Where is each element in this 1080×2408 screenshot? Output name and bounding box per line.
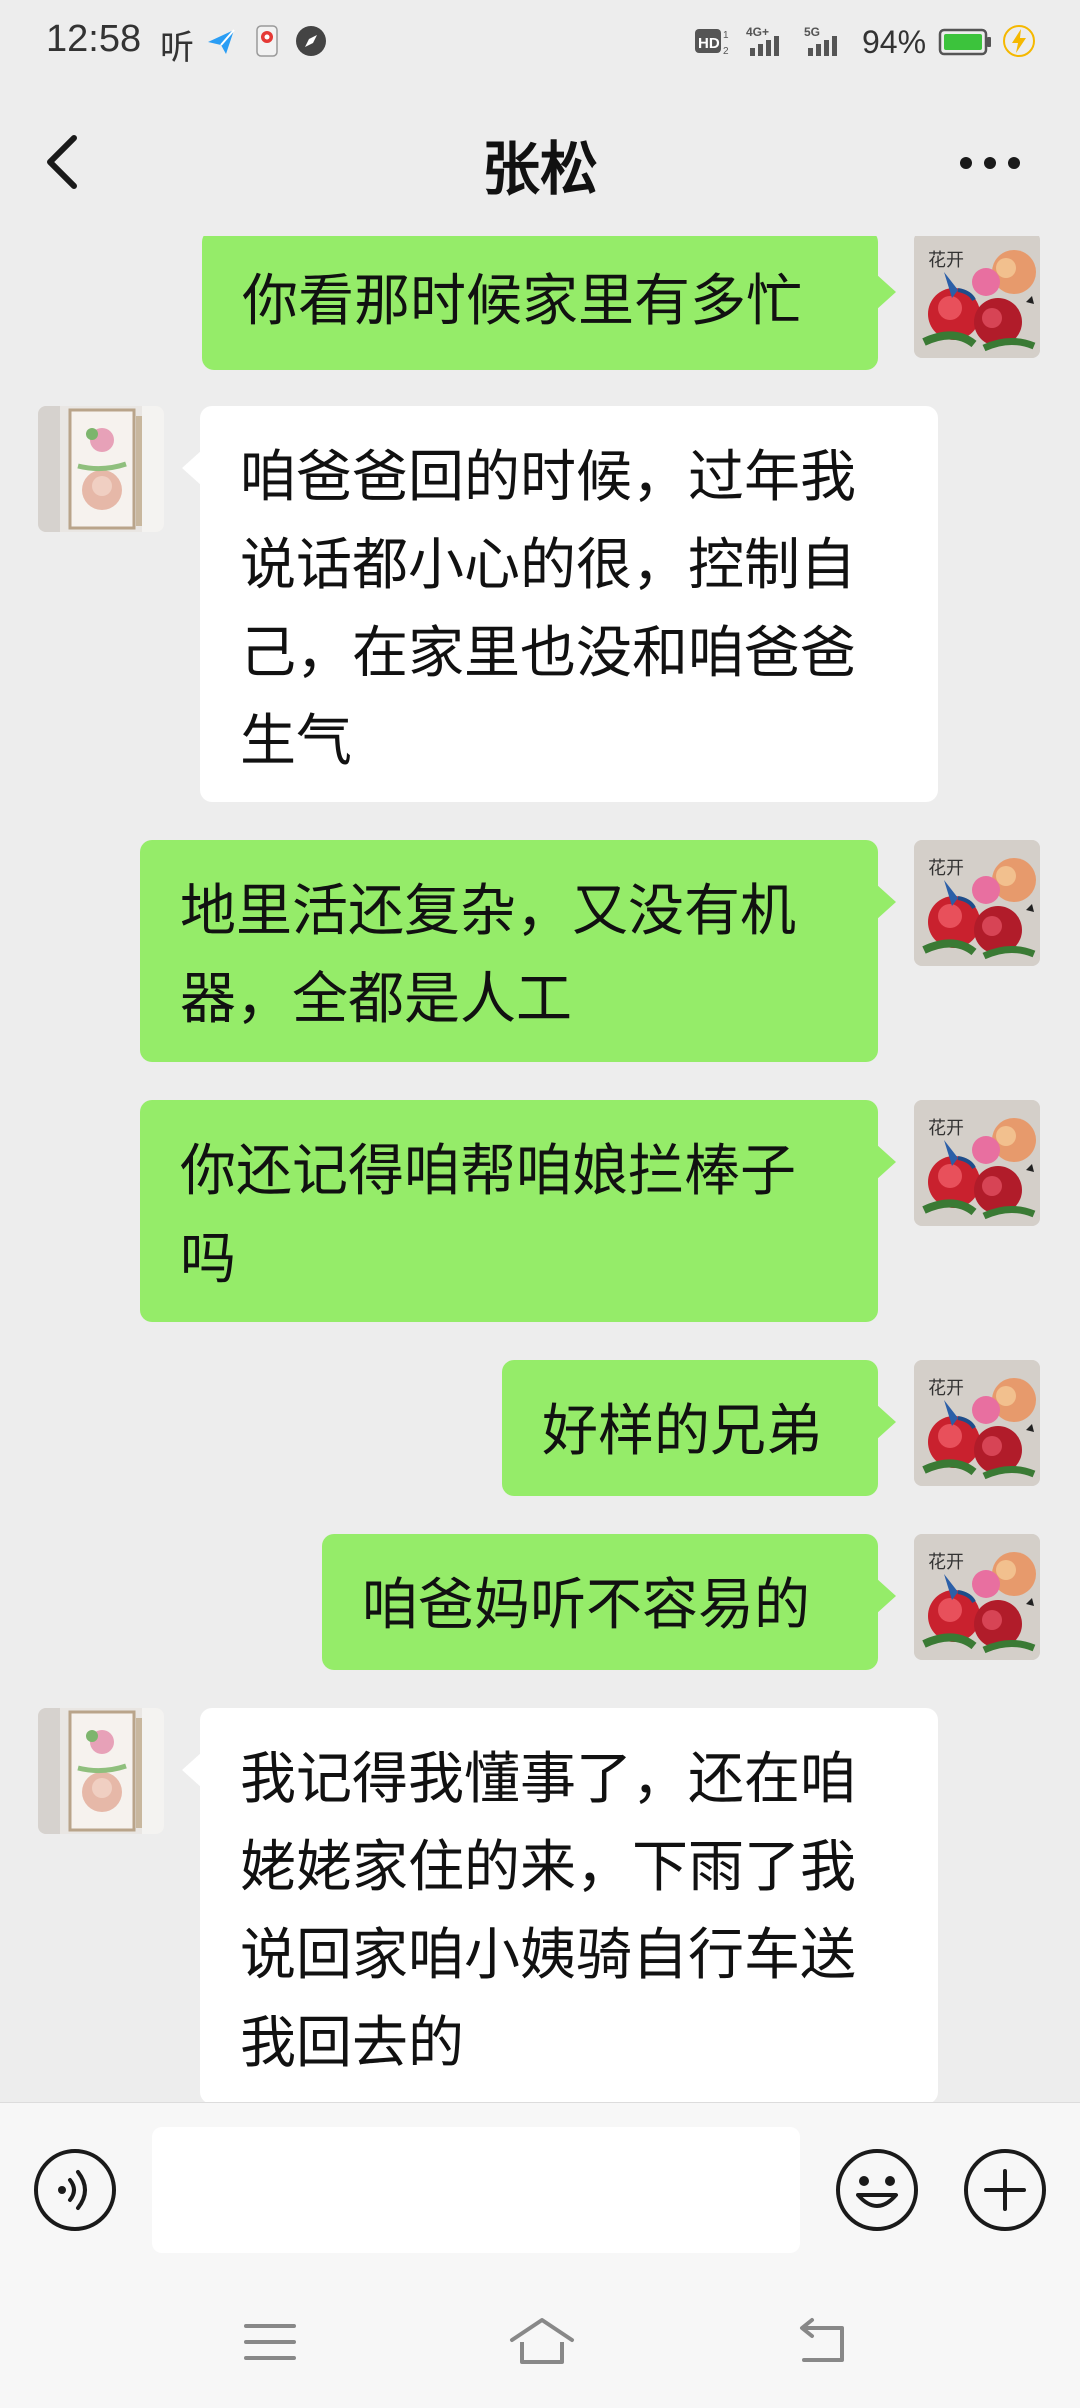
received-message-bubble[interactable]: 咱爸爸回的时候，过年我说话都小心的很，控制自己，在家里也没和咱爸爸生气 [182,406,938,802]
signal-4g-label: 4G+ [746,25,769,39]
send-icon [208,29,235,54]
signal-4g-icon: 4G+ [746,25,779,56]
message-text: 好样的兄弟 [542,1399,822,1464]
hd-icon: HD 1 2 [695,29,729,57]
location-icon [256,25,278,57]
input-bar [0,2102,1080,2277]
app-indicator: 听 [160,28,194,68]
status-bar: 12:58 听 HD 1 2 4G+ 5G 94% [0,0,1080,84]
message-text: 你看那时候家里有多忙 [242,269,802,334]
message-row: 好样的兄弟 [0,1360,1080,1496]
sent-message-bubble[interactable]: 你看那时候家里有多忙 [202,236,896,370]
system-nav-bar [0,2276,1080,2408]
hd-label: HD [698,35,720,52]
sent-message-bubble[interactable]: 你还记得咱帮咱娘拦棒子吗 [140,1100,896,1322]
menu-icon[interactable] [238,2312,302,2372]
charging-icon [1003,25,1035,57]
sent-message-bubble[interactable]: 好样的兄弟 [502,1360,896,1496]
my-avatar[interactable] [914,1100,1040,1226]
message-row: 地里活还复杂，又没有机器，全都是人工 [0,840,1080,1062]
my-avatar[interactable] [914,1360,1040,1486]
my-avatar[interactable] [914,1534,1040,1660]
battery-icon [938,28,991,56]
back-icon[interactable] [790,2312,854,2372]
message-text: 你还记得咱帮咱娘拦棒子吗 [180,1139,796,1292]
plus-icon[interactable] [962,2147,1048,2233]
message-row: 咱爸爸回的时候，过年我说话都小心的很，控制自己，在家里也没和咱爸爸生气 [0,406,1080,802]
message-text: 咱爸爸回的时候，过年我说话都小心的很，控制自己，在家里也没和咱爸爸生气 [240,445,856,774]
compass-icon [296,26,326,56]
contact-avatar[interactable] [38,1708,164,1834]
signal-5g-icon: 5G [804,25,837,56]
sent-message-bubble[interactable]: 地里活还复杂，又没有机器，全都是人工 [140,840,896,1062]
message-text: 我记得我懂事了，还在咱姥姥家住的来，下雨了我说回家咱小姨骑自行车送我回去的 [240,1747,856,2076]
more-icon[interactable] [950,128,1030,198]
message-row: 咱爸妈听不容易的 [0,1534,1080,1670]
status-time: 12:58 [46,18,142,60]
voice-icon[interactable] [32,2147,118,2233]
battery-percent: 94% [862,24,927,60]
message-text: 地里活还复杂，又没有机器，全都是人工 [180,879,796,1032]
message-input[interactable] [152,2127,800,2253]
message-row: 你还记得咱帮咱娘拦棒子吗 [0,1100,1080,1322]
received-message-bubble[interactable]: 我记得我懂事了，还在咱姥姥家住的来，下雨了我说回家咱小姨骑自行车送我回去的 [182,1708,938,2102]
message-text: 咱爸妈听不容易的 [362,1573,810,1638]
signal-5g-label: 5G [804,25,820,39]
title-bar: 张松 [0,84,1080,236]
home-icon[interactable] [506,2312,578,2372]
sent-message-bubble[interactable]: 咱爸妈听不容易的 [322,1534,896,1670]
emoji-icon[interactable] [834,2147,920,2233]
message-list[interactable]: 你看那时候家里有多忙 咱爸爸回的时候，过年我说话都小心的很，控制自己，在家里也没… [0,236,1080,2102]
contact-avatar[interactable] [38,406,164,532]
message-row: 我记得我懂事了，还在咱姥姥家住的来，下雨了我说回家咱小姨骑自行车送我回去的 [0,1708,1080,2102]
svg-text:2: 2 [723,46,729,57]
svg-text:1: 1 [723,30,729,41]
message-row: 你看那时候家里有多忙 [0,236,1080,370]
chat-title: 张松 [481,135,598,203]
my-avatar[interactable] [914,840,1040,966]
my-avatar[interactable] [914,236,1040,358]
